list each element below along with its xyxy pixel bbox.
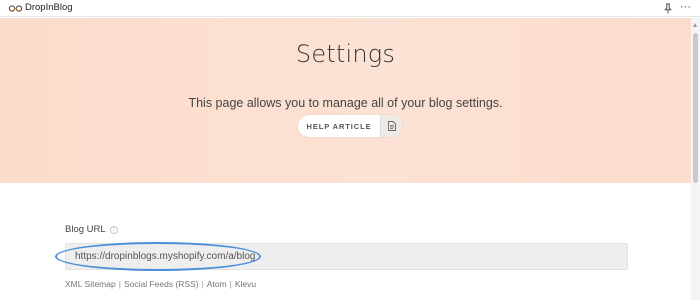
pin-icon[interactable]: [663, 3, 673, 14]
atom-link[interactable]: Atom: [207, 279, 227, 289]
feed-links: XML Sitemap | Social Feeds (RSS) | Atom | Klev…: [65, 279, 256, 289]
more-options-icon[interactable]: ···: [680, 0, 691, 14]
social-feeds-link[interactable]: Social Feeds (RSS): [124, 279, 199, 289]
link-separator: |: [201, 279, 204, 289]
blog-url-field[interactable]: [65, 243, 628, 270]
question-mark-icon[interactable]: ?: [109, 225, 118, 234]
klevu-link[interactable]: Klevu: [235, 279, 256, 289]
link-separator: |: [229, 279, 232, 289]
blog-url-label: Blog URL: [65, 224, 106, 235]
help-article-button[interactable]: HELP ARTICLE: [298, 115, 402, 137]
page-description: This page allows you to manage all of yo…: [188, 96, 503, 110]
dropinblog-logo-icon: [9, 5, 22, 12]
app-title-bar: DropInBlog ···: [0, 0, 700, 17]
page-title: Settings: [295, 40, 396, 68]
settings-header: Settings This page allows you to manage …: [0, 18, 691, 183]
scrollbar-thumb[interactable]: [693, 33, 698, 183]
xml-sitemap-link[interactable]: XML Sitemap: [65, 279, 116, 289]
document-icon: [380, 115, 402, 137]
help-article-label: HELP ARTICLE: [306, 121, 372, 131]
blog-url-label-row: Blog URL ?: [65, 224, 118, 235]
scroll-up-arrow-icon[interactable]: [693, 23, 697, 27]
link-separator: |: [118, 279, 121, 289]
app-title: DropInBlog: [25, 2, 73, 13]
